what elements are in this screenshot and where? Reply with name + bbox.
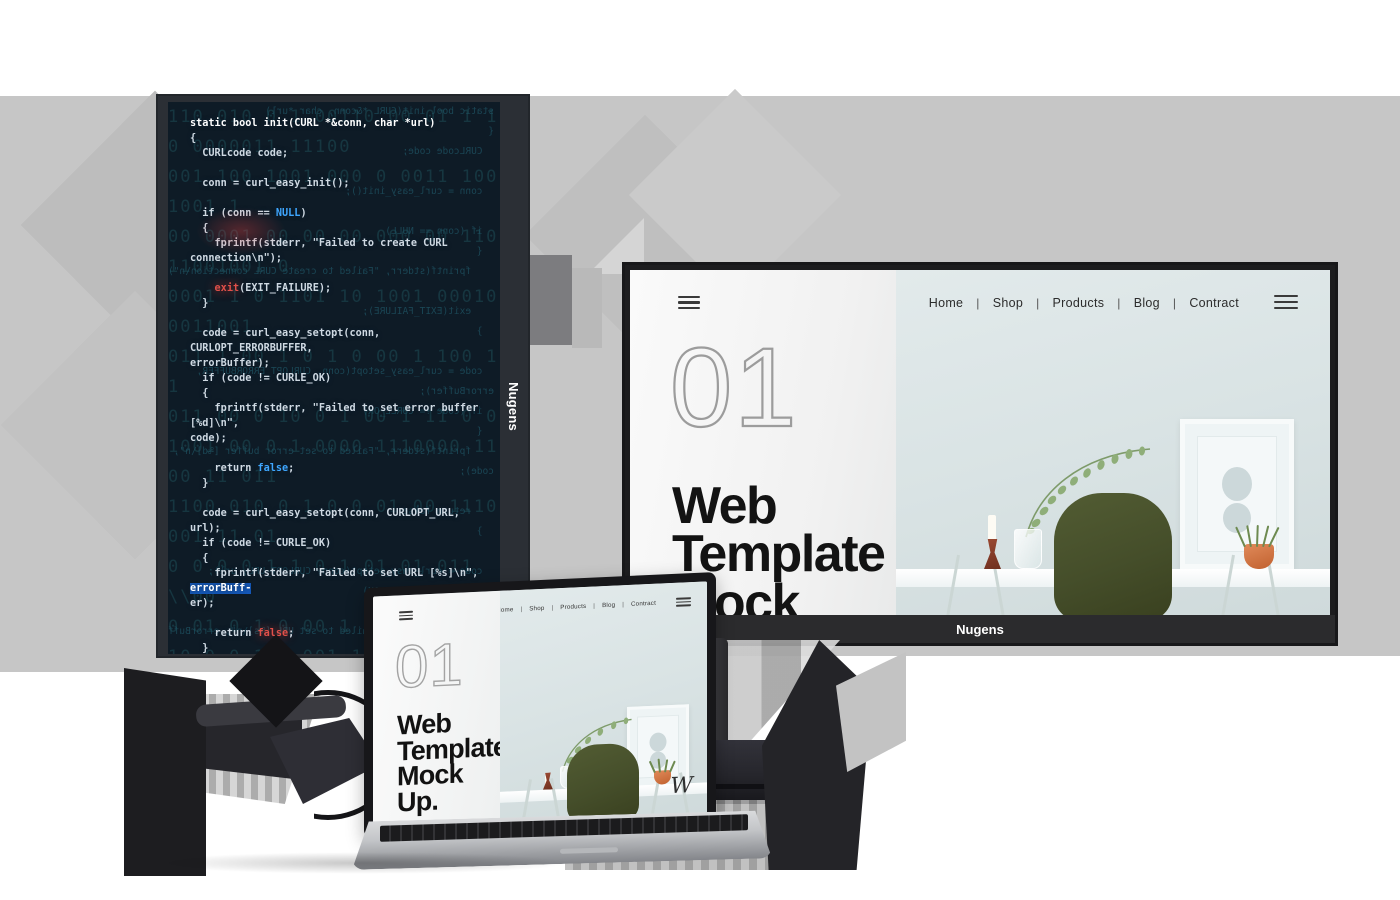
nav-item-shop[interactable]: Shop <box>980 296 1036 310</box>
glitch-shape-1 <box>124 668 206 876</box>
left-monitor-screen: 110 010 0 1 00110 00 01 1 10 0000011 111… <box>168 102 500 654</box>
laptop-hero-number: 01 <box>394 630 464 702</box>
mockup-scene: 110 010 0 1 00110 00 01 1 10 0000011 111… <box>0 0 1400 900</box>
laptop-nav-item-blog[interactable]: Blog <box>595 601 622 610</box>
source-code-text: static bool init(CURL *&conn, char *url)… <box>190 118 479 654</box>
ground-shadow <box>150 852 570 874</box>
glass-vase <box>1014 529 1042 569</box>
right-monitor-screen: 01 Web Template Mock Home | Shop | Produ… <box>630 270 1330 615</box>
brand-label-vertical: Nugens <box>505 381 521 431</box>
hero-title-line-1: Web <box>672 477 778 535</box>
background-gray-block-1 <box>524 255 572 345</box>
hamburger-icon-laptop[interactable] <box>399 610 413 621</box>
laptop-watermark-monogram: W <box>670 773 693 800</box>
template-photo-panel: Home | Shop | Products | Blog | Contract <box>896 270 1330 615</box>
olive-chair <box>1054 493 1172 615</box>
left-monitor: 110 010 0 1 00110 00 01 1 10 0000011 111… <box>158 96 528 656</box>
laptop-template-left: 01 Web Template Mock Up. <box>373 590 507 829</box>
site-navigation: Home | Shop | Products | Blog | Contract <box>916 296 1252 310</box>
laptop-hero-title: Web Template Mock Up. <box>397 708 507 818</box>
laptop-nav-item-shop[interactable]: Shop <box>522 604 551 613</box>
nav-item-blog[interactable]: Blog <box>1121 296 1173 310</box>
background-gray-block-2 <box>572 268 602 348</box>
copper-plant-pot <box>1244 544 1274 569</box>
nav-item-products[interactable]: Products <box>1040 296 1118 310</box>
left-monitor-brand: Nugens <box>500 351 526 461</box>
laptop-screen: 01 Web Template Mock Up. Home | Shop | P… <box>373 581 707 829</box>
template-left-panel: 01 Web Template Mock <box>630 270 896 615</box>
hamburger-icon-laptop-right[interactable] <box>676 597 691 607</box>
nav-item-contract[interactable]: Contract <box>1176 296 1252 310</box>
laptop: 01 Web Template Mock Up. Home | Shop | P… <box>352 572 772 880</box>
laptop-template-photo: Home | Shop | Products | Blog | Contract… <box>499 581 707 823</box>
brand-label-bezel: Nugens <box>956 621 1004 637</box>
hero-title-line-2: Template <box>672 525 886 584</box>
picture-frame <box>1180 419 1294 569</box>
laptop-chair <box>567 742 640 823</box>
hamburger-icon[interactable] <box>678 296 700 309</box>
hero-number: 01 <box>669 325 799 450</box>
laptop-frame-circle-top <box>649 731 667 752</box>
laptop-lid: 01 Web Template Mock Up. Home | Shop | P… <box>364 572 716 838</box>
hamburger-icon-right[interactable] <box>1274 295 1298 309</box>
potted-plant-leaves <box>1235 519 1280 548</box>
laptop-title-line-4: Up. <box>397 785 439 818</box>
nav-item-home[interactable]: Home <box>916 296 977 310</box>
white-candle <box>988 515 996 541</box>
laptop-pot-leaves <box>648 756 676 774</box>
frame-shape-circle-top <box>1222 466 1252 501</box>
